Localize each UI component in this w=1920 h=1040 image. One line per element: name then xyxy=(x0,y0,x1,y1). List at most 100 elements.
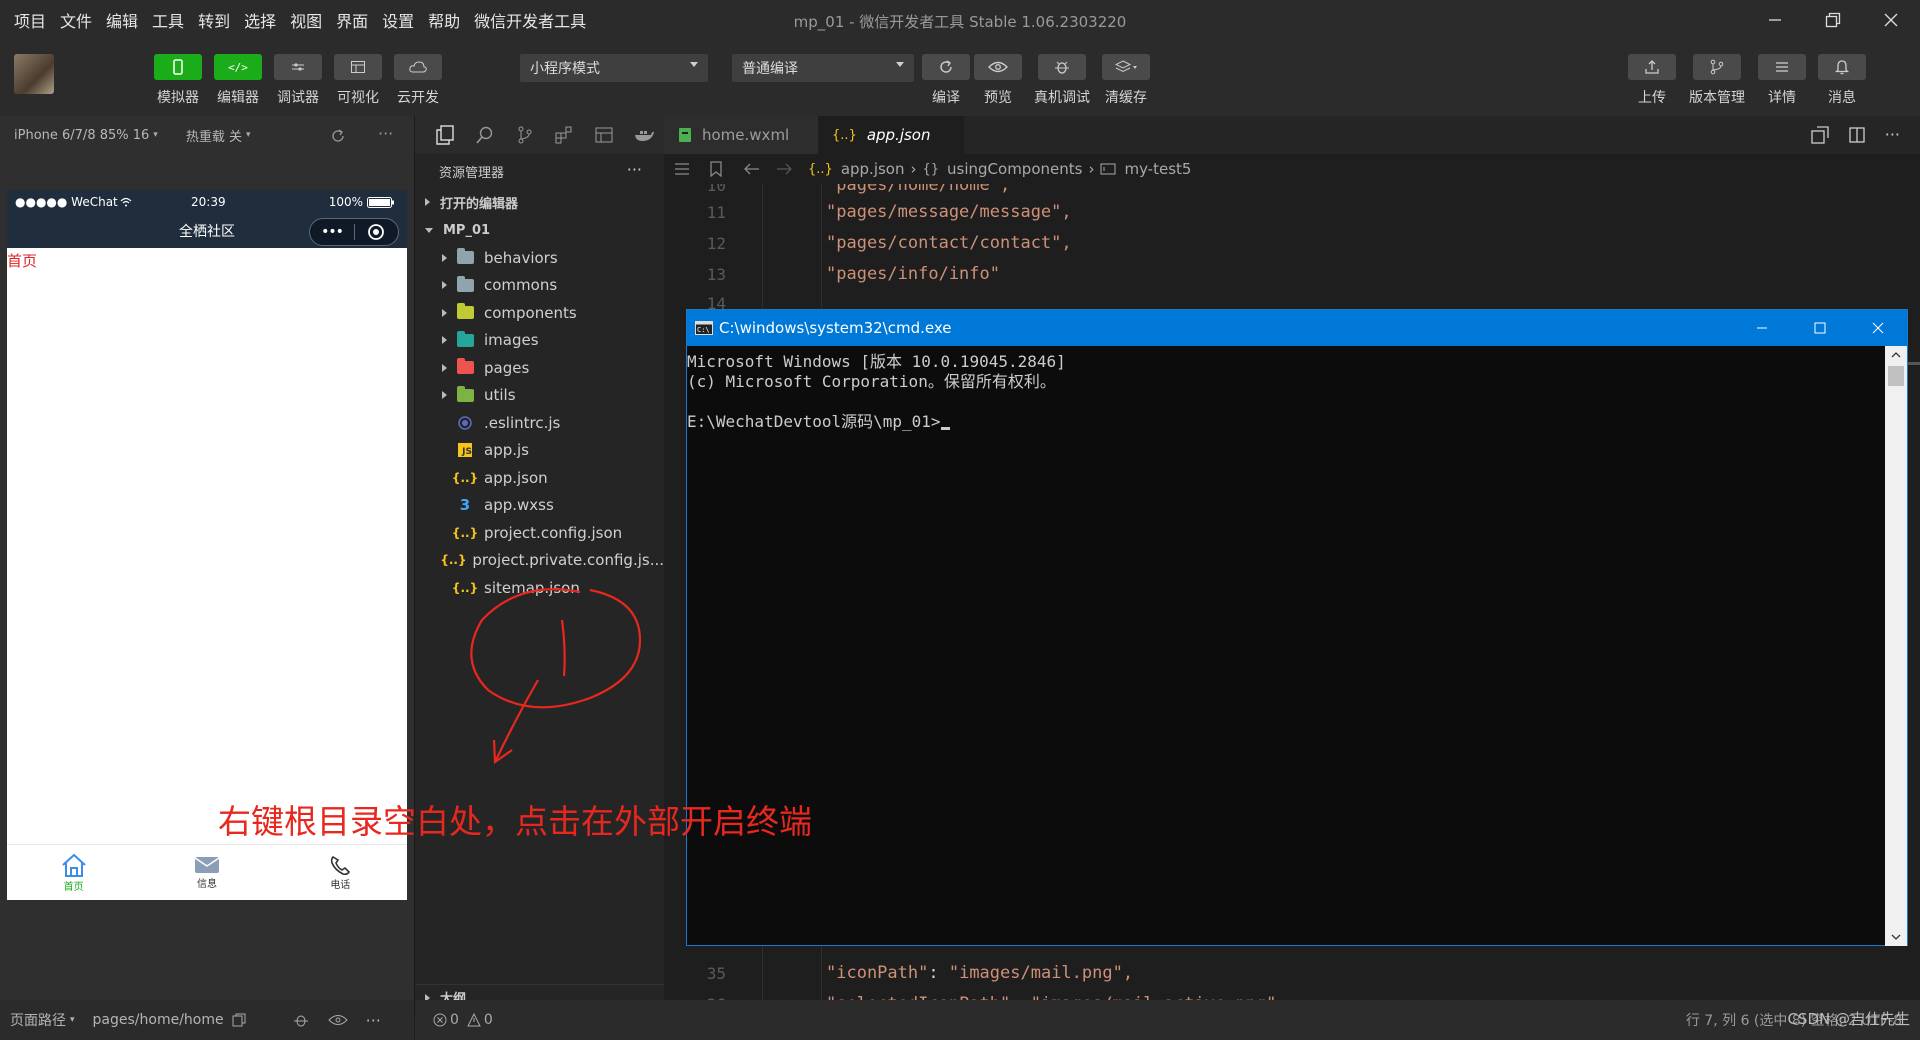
menu-project[interactable]: 项目 xyxy=(14,8,46,32)
open-changes-icon[interactable] xyxy=(1811,125,1829,144)
eye-icon[interactable] xyxy=(327,1014,348,1026)
menu-settings[interactable]: 设置 xyxy=(382,8,414,32)
tree-folder-images[interactable]: images xyxy=(415,327,664,355)
extensions-icon xyxy=(555,126,572,144)
cmd-cursor xyxy=(940,427,950,430)
activity-extensions[interactable] xyxy=(544,126,584,144)
tree-folder-commons[interactable]: commons xyxy=(415,272,664,300)
activity-scm[interactable] xyxy=(505,126,545,144)
activity-docker[interactable] xyxy=(624,128,664,142)
tab-home[interactable]: 首页 xyxy=(7,845,140,900)
editor-toggle-button[interactable]: </> 编辑器 xyxy=(210,54,266,107)
cmd-title-bar[interactable]: C:\ C:\windows\system32\cmd.exe xyxy=(687,310,1907,346)
menu-tools[interactable]: 工具 xyxy=(152,8,184,32)
menu-interface[interactable]: 界面 xyxy=(336,8,368,32)
tree-folder-utils[interactable]: utils xyxy=(415,382,664,410)
minimize-icon xyxy=(1757,327,1767,329)
compile-select[interactable]: 普通编译 xyxy=(732,54,914,82)
activity-panels[interactable] xyxy=(584,127,624,143)
tree-file-app-wxss[interactable]: 3 app.wxss xyxy=(415,492,664,520)
arrow-left-icon[interactable] xyxy=(744,163,760,175)
messages-button[interactable]: 消息 xyxy=(1814,54,1870,107)
tree-folder-behaviors[interactable]: behaviors xyxy=(415,244,664,272)
device-select[interactable]: iPhone 6/7/8 85% 16 xyxy=(14,128,149,143)
arrow-right-icon[interactable] xyxy=(776,163,792,175)
close-button[interactable] xyxy=(1862,0,1920,40)
error-icon xyxy=(433,1013,447,1027)
tab-home-wxml[interactable]: home.wxml xyxy=(664,116,818,154)
project-section[interactable]: MP_01 xyxy=(415,216,664,244)
menu-devtools[interactable]: 微信开发者工具 xyxy=(474,8,586,32)
list-icon[interactable] xyxy=(674,162,690,176)
hot-reload-toggle[interactable]: 热重载 关 xyxy=(186,126,242,145)
cloud-button[interactable]: 云开发 xyxy=(390,54,446,107)
code-line: 12 "pages/contact/contact", xyxy=(664,228,1072,258)
menu-view[interactable]: 视图 xyxy=(290,8,322,32)
bug-icon[interactable] xyxy=(292,1012,310,1028)
cmd-output[interactable]: Microsoft Windows [版本 10.0.19045.2846] (… xyxy=(687,346,1885,946)
restore-button[interactable] xyxy=(1804,0,1862,40)
breadcrumb-key[interactable]: usingComponents xyxy=(947,160,1082,178)
rotate-icon[interactable] xyxy=(330,128,346,144)
tree-file-app-json[interactable]: {..} app.json xyxy=(415,464,664,492)
user-avatar[interactable] xyxy=(14,54,54,94)
simulator-toggle-button[interactable]: 模拟器 xyxy=(150,54,206,107)
string-field-icon xyxy=(1100,163,1116,175)
tab-app-json[interactable]: {..} app.json xyxy=(818,116,964,154)
editor-actions: ··· xyxy=(1811,125,1900,144)
tab-contact[interactable]: 电话 xyxy=(274,845,407,900)
cmd-minimize-button[interactable] xyxy=(1733,310,1791,346)
mode-select[interactable]: 小程序模式 xyxy=(520,54,708,82)
tab-message[interactable]: 信息 xyxy=(140,845,273,900)
menu-select[interactable]: 选择 xyxy=(244,8,276,32)
menu-file[interactable]: 文件 xyxy=(60,8,92,32)
cmd-window-controls xyxy=(1733,310,1907,346)
scroll-down-icon[interactable] xyxy=(1885,928,1907,946)
tree-file-app-js[interactable]: JS app.js xyxy=(415,437,664,465)
tree-folder-pages[interactable]: pages xyxy=(415,354,664,382)
minimize-button[interactable] xyxy=(1746,0,1804,40)
debugger-toggle-button[interactable]: 调试器 xyxy=(270,54,326,107)
home-icon xyxy=(61,853,86,877)
capsule-more-icon[interactable]: ••• xyxy=(310,224,354,240)
open-editors-section[interactable]: 打开的编辑器 xyxy=(415,188,664,216)
visual-toggle-button[interactable]: 可视化 xyxy=(330,54,386,107)
problems-indicator[interactable]: 0 0 xyxy=(415,1000,665,1040)
cmd-window[interactable]: C:\ C:\windows\system32\cmd.exe Microsof… xyxy=(686,309,1908,946)
menu-edit[interactable]: 编辑 xyxy=(106,8,138,32)
cmd-scrollbar[interactable] xyxy=(1885,346,1907,946)
menu-help[interactable]: 帮助 xyxy=(428,8,460,32)
real-device-debug-button[interactable]: 真机调试 xyxy=(1034,54,1090,107)
capsule-close-icon[interactable] xyxy=(367,223,385,241)
bookmark-icon[interactable] xyxy=(710,161,722,177)
menu-capsule[interactable]: ••• xyxy=(309,218,399,246)
version-manage-button[interactable]: 版本管理 xyxy=(1689,54,1745,107)
activity-search[interactable] xyxy=(465,126,505,144)
tree-file-project-private-config[interactable]: {..} project.private.config.js... xyxy=(415,547,664,575)
scroll-up-icon[interactable] xyxy=(1885,346,1907,364)
more-icon[interactable]: ··· xyxy=(627,160,642,179)
clear-cache-button[interactable]: 清缓存 xyxy=(1098,54,1154,107)
cmd-maximize-button[interactable] xyxy=(1791,310,1849,346)
tree-file-project-config[interactable]: {..} project.config.json xyxy=(415,519,664,547)
page-path-label[interactable]: 页面路径 xyxy=(10,1010,66,1030)
upload-button[interactable]: 上传 xyxy=(1624,54,1680,107)
more-icon[interactable]: ··· xyxy=(366,1011,381,1030)
preview-button[interactable]: 预览 xyxy=(970,54,1026,107)
compile-button[interactable]: 编译 xyxy=(918,54,974,107)
tree-folder-components[interactable]: components xyxy=(415,299,664,327)
split-editor-icon[interactable] xyxy=(1849,126,1865,143)
copy-icon[interactable] xyxy=(232,1013,246,1027)
tree-file-eslintrc[interactable]: .eslintrc.js xyxy=(415,409,664,437)
activity-explorer[interactable] xyxy=(425,125,465,145)
breadcrumb-file[interactable]: app.json xyxy=(841,160,905,178)
real-device-debug-label: 真机调试 xyxy=(1034,90,1090,106)
more-icon[interactable]: ··· xyxy=(1885,125,1900,144)
details-button[interactable]: 详情 xyxy=(1754,54,1810,107)
code-icon: </> xyxy=(228,60,248,74)
scroll-thumb[interactable] xyxy=(1888,366,1904,386)
breadcrumb-leaf[interactable]: my-test5 xyxy=(1124,160,1191,178)
menu-goto[interactable]: 转到 xyxy=(198,8,230,32)
cmd-close-button[interactable] xyxy=(1849,310,1907,346)
more-icon[interactable]: ··· xyxy=(378,124,393,143)
